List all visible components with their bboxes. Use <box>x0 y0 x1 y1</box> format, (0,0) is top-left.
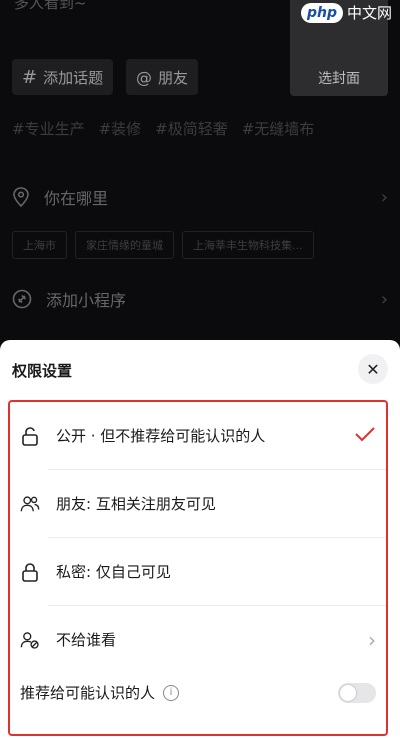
watermark-text: 中文网 <box>346 4 392 22</box>
location-label: 你在哪里 <box>44 189 109 208</box>
sheet-title: 权限设置 <box>12 362 73 380</box>
watermark-logo: php <box>300 2 343 23</box>
recommend-row: 推荐给可能认识的人 i <box>20 682 376 703</box>
location-row[interactable]: 你在哪里 › <box>12 185 388 209</box>
post-editor-background: 多人看到~ 选封面 # 添加话题 @ 朋友 #专业生产 #装修 #极简轻奢 #无… <box>0 0 400 340</box>
option-hide-from[interactable]: 不给谁看 › <box>10 606 386 673</box>
close-button[interactable]: ✕ <box>358 354 388 384</box>
toggle-knob <box>340 684 356 701</box>
mention-friend-label: 朋友 <box>158 68 189 87</box>
at-icon: @ <box>136 67 152 87</box>
checkmark-icon <box>354 426 376 446</box>
permission-settings-sheet: 权限设置 ✕ 公开 · 但不推荐给可能认识的人 朋友: 互相关注朋友可见 私密:… <box>0 340 400 738</box>
close-icon: ✕ <box>366 359 380 379</box>
recommend-label: 推荐给可能认识的人 <box>20 684 156 702</box>
select-cover-label: 选封面 <box>318 71 360 87</box>
option-friends-label: 朋友: 互相关注朋友可见 <box>56 495 216 513</box>
option-friends[interactable]: 朋友: 互相关注朋友可见 <box>10 470 386 537</box>
friends-icon <box>20 494 40 514</box>
link-icon <box>12 289 32 309</box>
location-suggestions: 上海市 家庄情缘的童城 上海莘丰生物科技集... <box>12 231 314 259</box>
hashtag-item[interactable]: #装修 <box>99 118 142 139</box>
add-topic-button[interactable]: # 添加话题 <box>12 59 114 95</box>
location-chip[interactable]: 上海市 <box>12 231 67 259</box>
location-pin-icon <box>13 187 29 207</box>
location-chip[interactable]: 上海莘丰生物科技集... <box>182 231 314 259</box>
chevron-right-icon: › <box>380 288 388 310</box>
hash-icon: # <box>22 66 38 88</box>
hashtag-suggestions: #专业生产 #装修 #极简轻奢 #无缝墙布 <box>12 118 400 139</box>
option-hide-from-label: 不给谁看 <box>56 631 117 649</box>
option-private-label: 私密: 仅自己可见 <box>56 563 171 581</box>
highlight-box: 公开 · 但不推荐给可能认识的人 朋友: 互相关注朋友可见 私密: 仅自己可见 … <box>8 400 388 736</box>
option-public-label: 公开 · 但不推荐给可能认识的人 <box>56 427 266 445</box>
hashtag-item[interactable]: #极简轻奢 <box>155 118 228 139</box>
recommend-toggle[interactable] <box>338 682 376 703</box>
miniprogram-row[interactable]: 添加小程序 › <box>12 287 388 311</box>
miniprogram-label: 添加小程序 <box>46 291 127 310</box>
user-block-icon <box>20 630 40 650</box>
chevron-right-icon: › <box>380 186 388 208</box>
chevron-right-icon: › <box>368 627 376 652</box>
info-icon[interactable]: i <box>163 684 180 701</box>
hashtag-item[interactable]: #专业生产 <box>12 118 85 139</box>
site-watermark: php 中文网 <box>300 2 392 23</box>
option-public[interactable]: 公开 · 但不推荐给可能认识的人 <box>10 402 386 469</box>
location-chip[interactable]: 家庄情缘的童城 <box>75 231 174 259</box>
description-text: 多人看到~ <box>14 0 87 12</box>
mention-friend-button[interactable]: @ 朋友 <box>126 59 199 95</box>
lock-icon <box>20 562 40 582</box>
option-private[interactable]: 私密: 仅自己可见 <box>10 538 386 605</box>
add-topic-label: 添加话题 <box>43 68 104 87</box>
hashtag-item[interactable]: #无缝墙布 <box>242 118 315 139</box>
unlock-icon <box>20 426 40 446</box>
